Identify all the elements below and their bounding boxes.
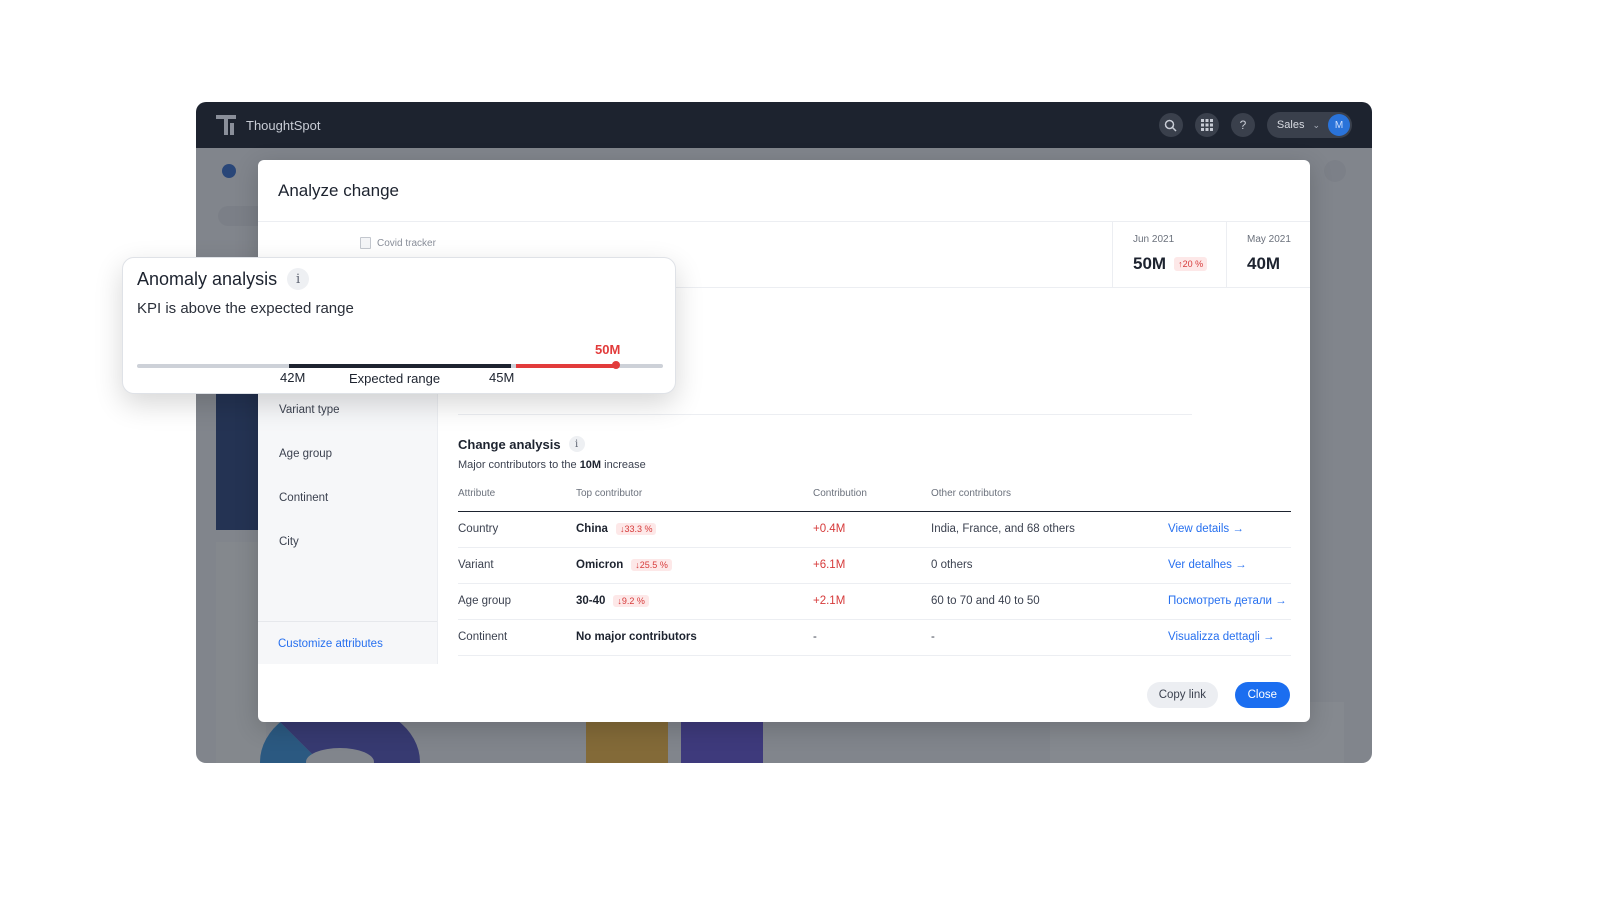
change-badge: ↓9.2 % <box>613 595 649 607</box>
range-lower-label: 42M <box>280 370 306 385</box>
table-row: Variant Omicron ↓25.5 % +6.1M 0 others V… <box>458 548 1291 584</box>
kpi-current-date: Jun 2021 <box>1133 234 1175 245</box>
cell-top-contributor: No major contributors <box>576 631 697 643</box>
above-range-segment <box>516 364 616 368</box>
sidebar-divider <box>258 621 437 622</box>
cell-other-contributors: India, France, and 68 others <box>931 523 1075 535</box>
kpi-change-badge: ↑20 % <box>1174 257 1208 271</box>
source-name: Covid tracker <box>377 237 436 249</box>
range-upper-label: 45M <box>489 370 515 385</box>
thoughtspot-logo-icon <box>216 115 236 135</box>
column-header-top-contributor: Top contributor <box>576 488 643 499</box>
cell-top-contributor: China ↓33.3 % <box>576 523 657 535</box>
info-icon[interactable]: i <box>287 268 310 290</box>
contributors-table: Attribute Top contributor Contribution O… <box>458 484 1291 656</box>
org-selector-label: Sales <box>1276 119 1305 131</box>
cell-contribution: - <box>813 631 817 643</box>
modal-title: Analyze change <box>278 180 399 200</box>
attribute-item-continent[interactable]: Continent <box>279 492 328 504</box>
subtitle-suffix: increase <box>604 459 646 471</box>
subtitle-prefix: Major contributors to the <box>458 459 577 471</box>
change-badge: ↓33.3 % <box>615 523 657 535</box>
subtitle-value: 10M <box>579 459 602 471</box>
kpi-current-value: 50M <box>1133 254 1167 273</box>
expected-range-label: Expected range <box>349 371 441 386</box>
org-selector[interactable]: Sales ⌄ M <box>1266 112 1352 138</box>
copy-link-button[interactable]: Copy link <box>1146 682 1218 708</box>
cell-attribute: Continent <box>458 631 508 643</box>
kpi-current-value-row: 50M ↑20 % <box>1133 254 1226 274</box>
apps-grid-icon[interactable] <box>1194 113 1219 137</box>
anomaly-subtitle: KPI is above the expected range <box>137 300 354 317</box>
anomaly-analysis-callout: Anomaly analysis i KPI is above the expe… <box>122 257 676 394</box>
top-contributor-value: 30-40 <box>576 595 606 607</box>
change-analysis-title-text: Change analysis <box>458 436 561 452</box>
modal-footer: Copy link Close <box>258 664 1310 722</box>
top-nav-bar: ThoughtSpot ? Sales ⌄ M <box>196 102 1372 148</box>
top-contributor-value: China <box>576 523 608 535</box>
source-label[interactable]: Covid tracker <box>360 237 436 249</box>
anomaly-title-text: Anomaly analysis <box>137 268 278 289</box>
section-divider <box>458 414 1192 415</box>
cell-contribution: +0.4M <box>813 523 846 535</box>
table-row: Country China ↓33.3 % +0.4M India, Franc… <box>458 512 1291 548</box>
kpi-previous-value: 40M <box>1247 254 1281 273</box>
column-header-attribute: Attribute <box>458 488 496 499</box>
cell-contribution: +6.1M <box>813 559 846 571</box>
top-contributor-value: Omicron <box>576 559 624 571</box>
cell-other-contributors: - <box>931 631 935 643</box>
chevron-down-icon: ⌄ <box>1312 119 1320 130</box>
cell-other-contributors: 0 others <box>931 559 973 571</box>
cell-other-contributors: 60 to 70 and 40 to 50 <box>931 595 1040 607</box>
avatar[interactable]: M <box>1328 114 1350 136</box>
attribute-item-city[interactable]: City <box>279 536 299 548</box>
info-icon[interactable]: i <box>568 436 585 452</box>
column-header-contribution: Contribution <box>813 488 867 499</box>
modal-header: Analyze change <box>258 160 1310 222</box>
view-details-link[interactable]: Visualizza dettagli → <box>1168 631 1275 643</box>
top-contributor-value: No major contributors <box>576 631 697 643</box>
table-row: Age group 30-40 ↓9.2 % +2.1M 60 to 70 an… <box>458 584 1291 620</box>
brand-name: ThoughtSpot <box>246 117 321 133</box>
kpi-current: Jun 2021 50M ↑20 % <box>1112 222 1226 288</box>
close-button[interactable]: Close <box>1234 682 1290 708</box>
top-nav-actions: ? Sales ⌄ M <box>1158 112 1352 138</box>
view-details-link[interactable]: Ver detalhes → <box>1168 559 1247 571</box>
change-analysis-subtitle: Major contributors to the 10M increase <box>458 459 646 471</box>
search-icon[interactable] <box>1158 113 1183 137</box>
view-details-link[interactable]: Посмотреть детали → <box>1168 595 1287 607</box>
actual-value-label: 50M <box>595 342 621 357</box>
brand-logo[interactable]: ThoughtSpot <box>216 115 320 135</box>
column-header-other-contributors: Other contributors <box>931 488 1012 499</box>
cell-attribute: Variant <box>458 559 494 571</box>
help-icon[interactable]: ? <box>1230 113 1255 137</box>
attribute-item-variant-type[interactable]: Variant type <box>279 404 340 416</box>
kpi-previous-date: May 2021 <box>1247 234 1291 245</box>
table-header: Attribute Top contributor Contribution O… <box>458 484 1291 512</box>
customize-attributes-link[interactable]: Customize attributes <box>278 638 383 650</box>
liveboard-icon <box>360 237 371 249</box>
cell-attribute: Age group <box>458 595 512 607</box>
table-row: Continent No major contributors - - Visu… <box>458 620 1291 656</box>
attribute-item-age-group[interactable]: Age group <box>279 448 332 460</box>
analyze-change-modal: Analyze change Covid tracker Jun 2021 50… <box>258 160 1310 722</box>
change-analysis-title: Change analysis i <box>458 436 585 452</box>
kpi-previous: May 2021 40M <box>1226 222 1310 288</box>
anomaly-title: Anomaly analysis i <box>137 268 310 290</box>
cell-contribution: +2.1M <box>813 595 846 607</box>
cell-top-contributor: Omicron ↓25.5 % <box>576 559 672 571</box>
actual-value-marker <box>612 361 620 369</box>
expected-range-segment <box>289 364 511 368</box>
view-details-link[interactable]: View details → <box>1168 523 1244 535</box>
cell-top-contributor: 30-40 ↓9.2 % <box>576 595 649 607</box>
cell-attribute: Country <box>458 523 499 535</box>
change-badge: ↓25.5 % <box>631 559 672 571</box>
